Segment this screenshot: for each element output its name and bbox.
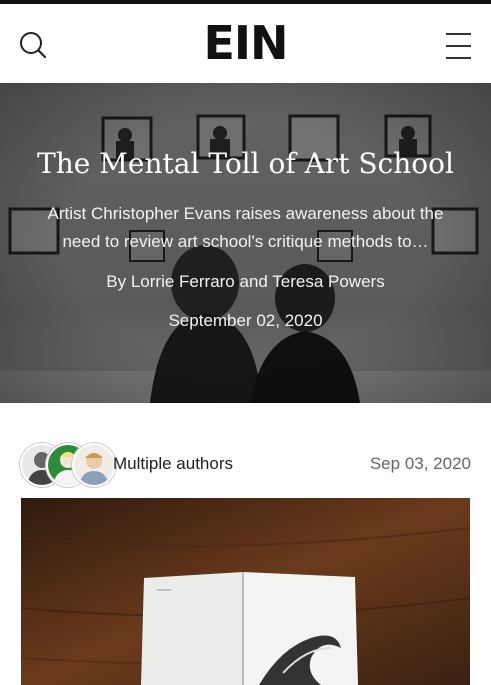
post-date: Sep 03, 2020 <box>369 454 471 473</box>
menu-button[interactable] <box>445 33 473 59</box>
authors-link[interactable]: Multiple authors <box>113 454 233 474</box>
hero-byline: By Lorrie Ferraro and Teresa Powers <box>106 272 385 291</box>
author-avatars[interactable] <box>20 442 116 487</box>
hero-title[interactable]: The Mental Toll of Art School <box>10 145 481 183</box>
avatar[interactable] <box>72 443 116 487</box>
person-icon <box>79 453 109 485</box>
hero-featured-article[interactable]: The Mental Toll of Art School Artist Chr… <box>0 83 491 403</box>
post-featured-image[interactable] <box>21 498 470 685</box>
post-image <box>21 498 470 685</box>
post-meta: Multiple authors Sep 03, 2020 <box>20 442 471 487</box>
hero-subtitle: Artist Christopher Evans raises awarenes… <box>47 204 444 251</box>
site-header: EIN <box>0 4 491 84</box>
hero-date: September 02, 2020 <box>168 311 323 330</box>
site-logo[interactable]: EIN <box>0 20 491 66</box>
hamburger-menu-icon <box>446 33 471 35</box>
